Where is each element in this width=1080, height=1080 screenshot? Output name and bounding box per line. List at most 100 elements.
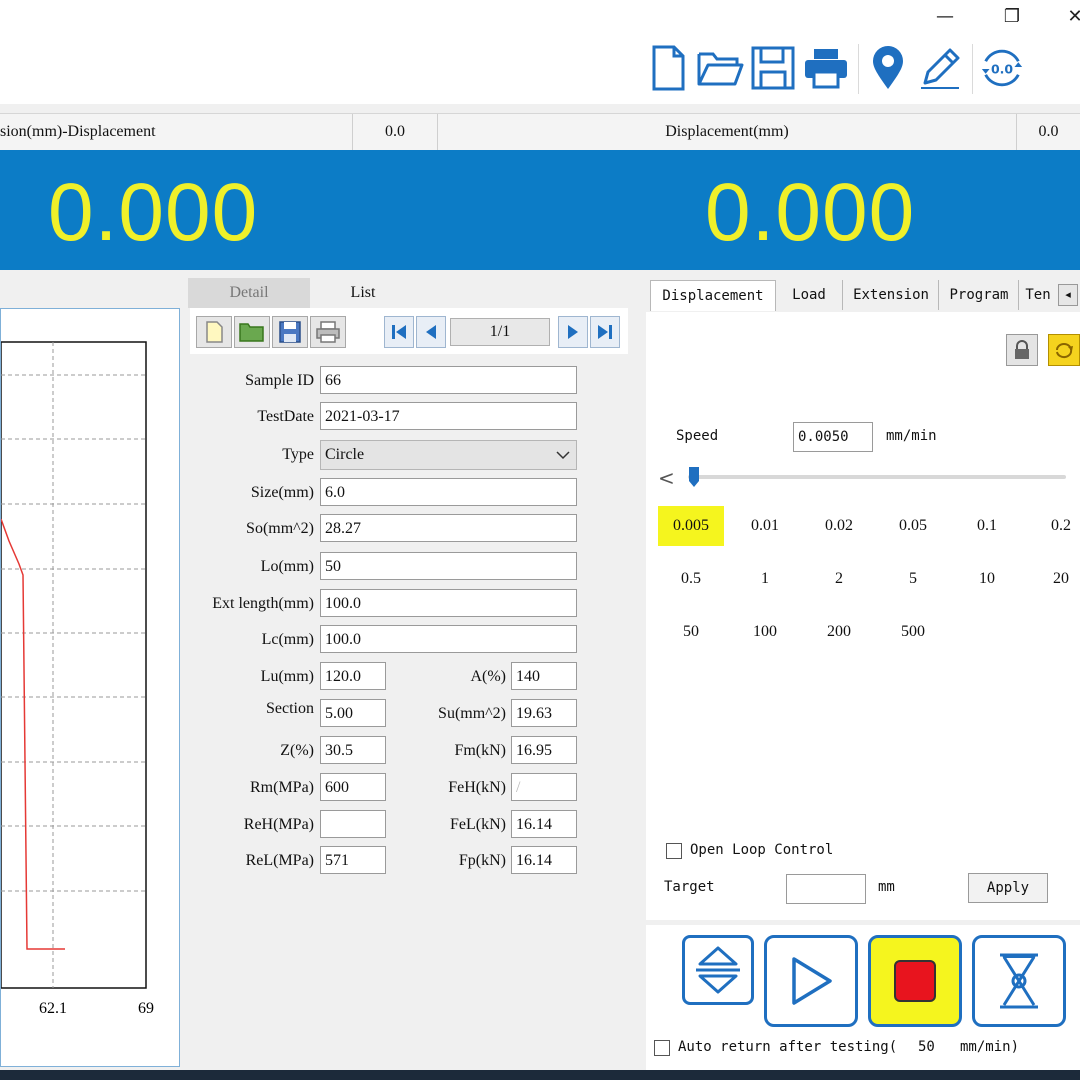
jog-button[interactable] (682, 935, 754, 1005)
x-tick-label: 62.1 (39, 1000, 67, 1017)
speed-option[interactable]: 0.005 (658, 506, 724, 546)
refresh-button[interactable] (1048, 334, 1080, 366)
z-label: Z(%) (280, 742, 314, 759)
fp-field[interactable]: 16.14 (511, 846, 577, 874)
play-icon (792, 957, 832, 1005)
speed-label: Speed (676, 428, 719, 444)
su-label: Su(mm^2) (438, 705, 506, 722)
tab-extension[interactable]: Extension (844, 280, 939, 310)
target-unit: mm (878, 879, 895, 895)
reh-field[interactable] (320, 810, 386, 838)
lc-label: Lc(mm) (261, 631, 314, 648)
so-label: So(mm^2) (246, 520, 314, 537)
size-field[interactable]: 6.0 (320, 478, 577, 506)
fm-field[interactable]: 16.95 (511, 736, 577, 764)
tab-list[interactable]: List (310, 278, 416, 308)
rm-label: Rm(MPa) (250, 779, 314, 796)
tab-detail[interactable]: Detail (188, 278, 310, 308)
save-record-icon[interactable] (272, 316, 308, 348)
prev-page-button[interactable] (416, 316, 446, 348)
rm-field[interactable]: 600 (320, 773, 386, 801)
speed-option[interactable]: 5 (880, 559, 946, 599)
speed-option[interactable]: 0.2 (1028, 506, 1080, 546)
open-loop-checkbox[interactable] (666, 843, 682, 859)
stop-button[interactable] (868, 935, 962, 1027)
sample-id-field[interactable]: 66 (320, 366, 577, 394)
speed-option[interactable]: 20 (1028, 559, 1080, 599)
load-display-value: 0.000 (48, 167, 259, 258)
speed-option[interactable]: 0.5 (658, 559, 724, 599)
speed-option[interactable]: 0.05 (880, 506, 946, 546)
speed-option[interactable]: 0.01 (732, 506, 798, 546)
close-button[interactable]: ✕ (1060, 4, 1080, 30)
target-input[interactable] (786, 874, 866, 904)
open-loop-label: Open Loop Control (690, 842, 834, 858)
lock-button[interactable] (1006, 334, 1038, 366)
new-file-icon[interactable] (644, 42, 692, 94)
so-field[interactable]: 28.27 (320, 514, 577, 542)
target-label: Target (664, 879, 715, 895)
left-readout-title: sion(mm)-Displacement (0, 114, 353, 150)
speed-option[interactable]: 500 (880, 612, 946, 652)
tab-ten[interactable]: Ten (1020, 280, 1056, 310)
save-icon[interactable] (749, 42, 797, 94)
next-page-button[interactable] (558, 316, 588, 348)
zero-label: 0.0 (991, 62, 1013, 77)
first-page-button[interactable] (384, 316, 414, 348)
edit-pencil-icon[interactable] (916, 42, 964, 94)
restore-button[interactable]: ❐ (997, 4, 1027, 30)
su-field[interactable]: 19.63 (511, 699, 577, 727)
rel-label: ReL(MPa) (245, 852, 314, 869)
z-field[interactable]: 30.5 (320, 736, 386, 764)
new-record-icon[interactable] (196, 316, 232, 348)
speed-unit: mm/min (886, 428, 937, 444)
return-button[interactable] (972, 935, 1066, 1027)
open-folder-icon[interactable] (696, 42, 744, 94)
zero-reset-icon[interactable]: 0.0 (978, 42, 1026, 94)
slider-left-arrow[interactable]: < (658, 466, 675, 490)
start-button[interactable] (764, 935, 858, 1027)
apply-button[interactable]: Apply (968, 873, 1048, 903)
speed-slider-track[interactable] (688, 475, 1066, 479)
left-readout-value: 0.0 (353, 114, 438, 150)
ext-length-field[interactable]: 100.0 (320, 589, 577, 617)
auto-return-checkbox[interactable] (654, 1040, 670, 1056)
fel-label: FeL(kN) (450, 816, 506, 833)
toolbar-separator (858, 44, 859, 94)
auto-return-unit: mm/min) (960, 1039, 1020, 1055)
speed-input[interactable]: 0.0050 (793, 422, 873, 452)
print-icon[interactable] (802, 42, 850, 94)
location-pin-icon[interactable] (864, 42, 912, 94)
x-tick-label: 69 (138, 1000, 154, 1017)
lu-field[interactable]: 120.0 (320, 662, 386, 690)
feh-field[interactable]: / (511, 773, 577, 801)
last-page-button[interactable] (590, 316, 620, 348)
lo-field[interactable]: 50 (320, 552, 577, 580)
lc-field[interactable]: 100.0 (320, 625, 577, 653)
speed-option[interactable]: 10 (954, 559, 1020, 599)
speed-option[interactable]: 200 (806, 612, 872, 652)
speed-option[interactable]: 0.02 (806, 506, 872, 546)
fel-field[interactable]: 16.14 (511, 810, 577, 838)
auto-return-value[interactable]: 50 (918, 1039, 935, 1055)
section-field[interactable]: 5.00 (320, 699, 386, 727)
tab-scroll-left-button[interactable]: ◂ (1058, 284, 1078, 306)
speed-option[interactable]: 2 (806, 559, 872, 599)
section-label: Section (266, 700, 314, 717)
speed-option[interactable]: 0.1 (954, 506, 1020, 546)
speed-slider-thumb[interactable] (688, 466, 700, 488)
type-select[interactable]: Circle (320, 440, 577, 470)
tab-program[interactable]: Program (940, 280, 1019, 310)
tab-load[interactable]: Load (776, 280, 843, 310)
a-field[interactable]: 140 (511, 662, 577, 690)
control-panel: Displacement Load Extension Program Ten … (646, 278, 1080, 920)
speed-option[interactable]: 100 (732, 612, 798, 652)
print-record-icon[interactable] (310, 316, 346, 348)
speed-option[interactable]: 1 (732, 559, 798, 599)
tab-displacement[interactable]: Displacement (650, 280, 776, 311)
minimize-button[interactable]: — (930, 4, 960, 30)
open-record-icon[interactable] (234, 316, 270, 348)
speed-option[interactable]: 50 (658, 612, 724, 652)
rel-field[interactable]: 571 (320, 846, 386, 874)
test-date-field[interactable]: 2021-03-17 (320, 402, 577, 430)
